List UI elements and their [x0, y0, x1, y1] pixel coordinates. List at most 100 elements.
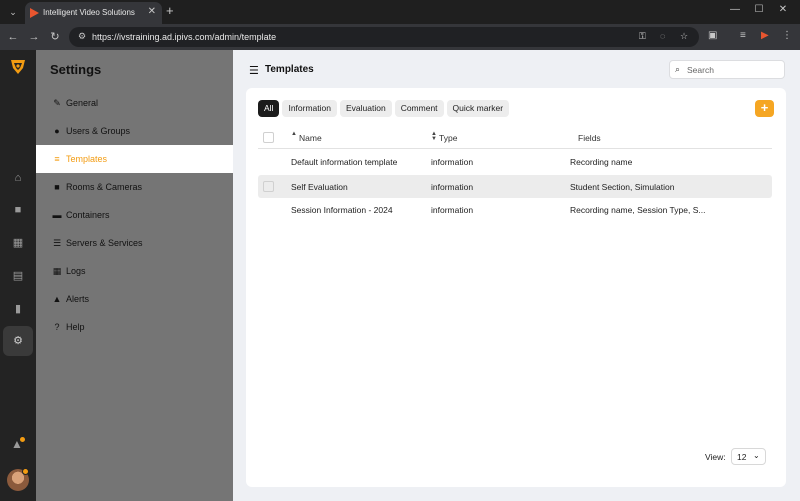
media-controls-icon[interactable]: ≡ [740, 30, 746, 41]
nav-item-general[interactable]: ✎ General [36, 89, 233, 117]
forward-icon[interactable]: → [27, 30, 41, 44]
minimize-icon[interactable]: — [728, 4, 742, 15]
gear-icon[interactable]: ⚙ [3, 326, 33, 356]
favicon-icon [30, 8, 39, 18]
users-icon: ● [54, 126, 60, 136]
bookmark-star-icon[interactable]: ☆ [680, 31, 688, 42]
maximize-icon[interactable]: ☐ [752, 4, 766, 15]
eye-off-icon[interactable]: ◌ [660, 31, 665, 41]
filter-chips: All Information Evaluation Comment Quick mar… [258, 100, 512, 117]
view-label: View: [705, 452, 726, 462]
hamburger-icon[interactable]: ☰ [249, 64, 259, 77]
nav-item-label: Alerts [66, 294, 90, 304]
back-icon[interactable]: ← [6, 30, 20, 44]
page-title: Templates [265, 64, 314, 75]
calendar-icon[interactable]: ▤ [3, 261, 33, 291]
search-box[interactable]: ⌕ [669, 60, 785, 79]
cell-name: Session Information - 2024 [291, 205, 393, 215]
main-content: ☰ Templates ⌕ AllInformationEvaluationCo… [233, 50, 800, 501]
reload-icon[interactable]: ↻ [48, 30, 62, 44]
cell-fields: Recording name [570, 157, 633, 167]
cell-name: Self Evaluation [291, 181, 348, 192]
row-checkbox[interactable] [263, 180, 274, 192]
nav-item-help[interactable]: ? Help [36, 313, 233, 341]
filter-quick-marker[interactable]: Quick marker [446, 100, 510, 117]
avatar-status-dot [22, 468, 29, 475]
templates-card: All Information Evaluation Comment Quick mar… [246, 88, 786, 487]
table-row[interactable]: Self Evaluation information Student Sect… [258, 174, 772, 198]
table-row[interactable]: Default information template information… [258, 151, 772, 175]
close-window-icon[interactable]: ✕ [776, 4, 790, 15]
question-icon: ? [54, 322, 60, 332]
tab-search-icon[interactable]: ⌄ [6, 5, 20, 19]
add-template-button[interactable]: + [755, 100, 774, 117]
camera-icon: ■ [54, 182, 60, 192]
bar-chart-icon[interactable]: ▮ [3, 294, 33, 324]
nav-item-label: Rooms & Cameras [66, 182, 143, 192]
nav-item-servers-services[interactable]: ☰ Servers & Services [36, 229, 233, 257]
cell-type: information [431, 157, 474, 167]
nav-item-label: Containers [66, 210, 110, 220]
url-text[interactable]: https://ivstraining.ad.ipivs.com/admin/t… [92, 32, 276, 42]
view-count-select[interactable]: 12 ⌄ [731, 448, 766, 465]
warning-icon: ▲ [52, 294, 62, 304]
nav-item-label: Help [66, 322, 85, 332]
table-row[interactable]: Session Information - 2024 information R… [258, 198, 772, 222]
video-camera-icon[interactable]: ■ [3, 195, 33, 225]
nav-item-logs[interactable]: ▦ Logs [36, 257, 233, 285]
templates-table: ▲ Name ▲ ▼ Type Fields Default informatio… [258, 129, 772, 222]
view-count-value: 12 [737, 452, 747, 462]
wrench-icon: ✎ [53, 98, 61, 108]
browser-toolbar: ← → ↻ ⚙ https://ivstraining.ad.ipivs.com… [0, 24, 800, 50]
ivs-logo-icon [11, 60, 25, 74]
select-all-checkbox[interactable] [263, 132, 274, 143]
tab-close-icon[interactable]: ✕ [148, 6, 156, 17]
nav-item-users-groups[interactable]: ● Users & Groups [36, 117, 233, 145]
filter-evaluation[interactable]: Evaluation [339, 100, 392, 117]
settings-title: Settings [50, 62, 102, 77]
nav-item-templates[interactable]: ≡ Templates [36, 145, 233, 173]
archive-icon: ▬ [52, 210, 62, 220]
browser-menu-icon[interactable]: ⋮ [782, 30, 792, 41]
settings-panel: Settings ✎ General ● Users & Groups ≡ Te… [36, 50, 233, 501]
nav-item-alerts[interactable]: ▲ Alerts [36, 285, 233, 313]
filter-comment[interactable]: Comment [394, 100, 444, 117]
calendar-icon: ▦ [52, 266, 62, 276]
cell-name: Default information template [291, 157, 398, 167]
cell-fields: Student Section, Simulation [570, 181, 675, 192]
filter-all[interactable]: All [258, 100, 280, 117]
nav-item-containers[interactable]: ▬ Containers [36, 201, 233, 229]
filter-information[interactable]: Information [282, 100, 337, 117]
cell-fields: Recording name, Session Type, S... [570, 205, 706, 215]
cell-type: information [431, 181, 474, 192]
address-bar[interactable]: ⚙ https://ivstraining.ad.ipivs.com/admin… [69, 27, 699, 47]
app: ⌂ ■ ▦ ▤ ▮ ⚙ ▲ Settings ✎ General ● Users… [0, 50, 800, 501]
new-tab-icon[interactable]: + [166, 4, 174, 18]
list-icon: ≡ [54, 154, 60, 164]
column-header-type[interactable]: Type [439, 133, 457, 143]
sort-asc-icon[interactable]: ▲ [291, 131, 297, 137]
column-header-name[interactable]: Name [299, 133, 322, 143]
home-icon[interactable]: ⌂ [3, 163, 33, 193]
nav-item-label: Templates [66, 154, 108, 164]
chevron-down-icon: ⌄ [753, 451, 760, 460]
nav-item-label: Users & Groups [66, 126, 131, 136]
cell-type: information [431, 205, 474, 215]
nav-item-label: General [66, 98, 99, 108]
column-header-fields: Fields [578, 133, 601, 143]
nav-item-rooms-cameras[interactable]: ■ Rooms & Cameras [36, 173, 233, 201]
search-icon: ⌕ [675, 64, 681, 74]
sort-icon[interactable]: ▲ ▼ [431, 131, 437, 142]
browser-tab[interactable]: Intelligent Video Solutions ✕ [25, 2, 162, 24]
ivs-extension-icon[interactable]: ▶ [761, 30, 769, 41]
site-info-icon[interactable]: ⚙ [78, 31, 86, 42]
notification-dot [20, 437, 25, 442]
extensions-icon[interactable]: ▣ [708, 30, 717, 41]
browser-tabstrip: ⌄ Intelligent Video Solutions ✕ + — ☐ ✕ [0, 0, 800, 24]
film-icon[interactable]: ▦ [3, 228, 33, 258]
settings-nav: ✎ General ● Users & Groups ≡ Templates ■… [36, 89, 233, 341]
server-icon: ☰ [52, 238, 62, 248]
password-key-icon[interactable]: ⚿ [639, 31, 646, 42]
search-input[interactable] [687, 63, 781, 77]
nav-item-label: Servers & Services [66, 238, 143, 248]
